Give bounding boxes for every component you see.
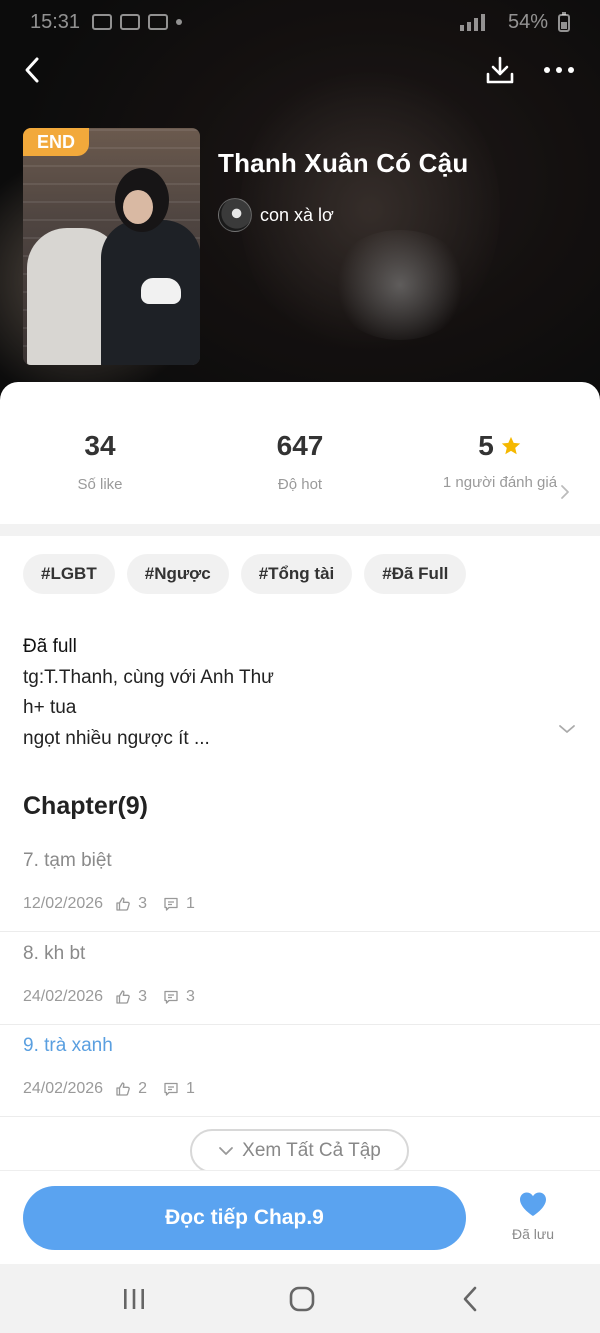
chapter-meta: 12/02/2026 3 1 [23,895,211,913]
saved-label: Đã lưu [511,1226,555,1242]
chevron-down-icon [219,1147,234,1155]
chapter-comment-count: 1 [185,895,195,912]
more-options-button[interactable] [539,50,579,90]
chapter-date: 12/02/2026 [23,895,104,912]
hot-label: Độ hot [277,476,323,493]
description-line: ngọt nhiều ngược ít ... [23,727,210,749]
thumbs-up-icon [116,990,130,1004]
description-line: h+ tua [23,697,77,718]
comment-icon [164,1082,178,1096]
saved-button[interactable]: Đã lưu [500,1191,566,1242]
download-icon [486,56,514,84]
nav-back-button[interactable] [450,1282,490,1316]
story-stats: 34 Số like 647 Độ hot 5 1 người đánh giá [0,382,600,524]
chapter-date: 24/02/2026 [23,988,104,1005]
tag-chip[interactable]: #LGBT [23,554,115,594]
star-icon [501,436,520,455]
tag-chip[interactable]: #Tổng tài [240,554,353,594]
cover-shirt-print [141,278,181,304]
more-horizontal-icon [544,67,574,73]
home-button[interactable] [282,1282,322,1316]
likes-label: Số like [77,476,123,493]
see-all-chapters-button[interactable]: Xem Tất Cả Tập [190,1129,409,1173]
back-button[interactable] [12,50,52,90]
chapter-title: 8. kh bt [23,943,86,964]
gallery-icon [92,14,113,30]
signal-icon [459,14,485,31]
see-all-label: Xem Tất Cả Tập [242,1140,381,1161]
story-detail-panel: 34 Số like 647 Độ hot 5 1 người đánh giá… [0,382,600,1282]
rating-value: 5 [478,430,494,461]
cover-figure-face [123,190,153,224]
thumbs-up-icon [116,1082,130,1096]
story-title: Thanh Xuân Có Cậu [218,148,469,178]
chapter-title: 7. tạm biệt [23,850,112,871]
download-button[interactable] [480,50,520,90]
continue-reading-button[interactable]: Đọc tiếp Chap.9 [23,1186,466,1250]
author-avatar [218,198,252,232]
tag-chip[interactable]: #Đã Full [364,554,467,594]
story-description[interactable]: Đã full tg:T.Thanh, cùng với Anh Thư h+ … [23,632,553,754]
chapter-meta: 24/02/2026 2 1 [23,1080,211,1098]
youtube-icon [148,14,169,30]
system-navigation-bar [0,1264,600,1333]
rating-label: 1 người đánh giá [442,474,558,491]
status-notification-icons [92,14,183,30]
author-link[interactable]: con xà lơ [218,198,334,232]
chapter-title: 9. trà xanh [23,1035,113,1056]
status-badge: END [23,128,90,156]
qr-icon [120,14,141,30]
chapter-row[interactable]: 8. kh bt 24/02/2026 3 3 [0,933,600,1025]
bottom-action-bar: Đọc tiếp Chap.9 Đã lưu [0,1170,600,1264]
chapter-like-count: 3 [138,895,147,912]
heart-icon [520,1192,546,1216]
chapter-likes: 2 [115,1080,147,1098]
more-notifications-icon [176,19,183,25]
chapter-comments: 3 [163,988,195,1006]
back-arrow-icon [463,1286,477,1312]
chevron-left-icon [25,57,39,83]
chapter-date: 24/02/2026 [23,1080,104,1097]
chapter-comments: 1 [163,1080,195,1098]
thumbs-up-icon [116,897,130,911]
hot-count: 647 [276,430,324,461]
chapter-like-count: 2 [138,1080,147,1097]
chapter-section-title: Chapter(9) [23,792,149,820]
comment-icon [164,897,178,911]
status-time: 15:31 [30,10,81,33]
section-divider [0,524,600,536]
description-line: Đã full [23,636,77,657]
chapter-row[interactable]: 7. tạm biệt 12/02/2026 3 1 [0,840,600,932]
chapter-likes: 3 [115,895,147,913]
chapter-meta: 24/02/2026 3 3 [23,988,211,1006]
chapter-comments: 1 [163,895,195,913]
tag-list: #LGBT #Ngược #Tổng tài #Đã Full [23,554,467,594]
stat-rating[interactable]: 5 1 người đánh giá [400,430,600,492]
story-cover-image[interactable] [23,128,200,365]
chevron-right-icon[interactable] [560,484,570,500]
chapter-like-count: 3 [138,988,147,1005]
chapter-comment-count: 3 [185,988,195,1005]
chapter-comment-count: 1 [185,1080,195,1097]
chevron-down-icon[interactable] [558,724,576,734]
tag-chip[interactable]: #Ngược [126,554,229,594]
stat-likes: 34 Số like [0,430,200,493]
status-bar: 15:31 54% [0,0,600,44]
status-system-icons: 54% [458,11,570,34]
recent-apps-button[interactable] [114,1282,154,1316]
author-name: con xà lơ [260,204,334,225]
rating-value-wrap: 5 [478,430,522,462]
chapter-likes: 3 [115,988,147,1006]
home-icon [289,1286,315,1312]
description-line: tg:T.Thanh, cùng với Anh Thư [23,666,274,688]
battery-icon [558,12,570,32]
likes-count: 34 [84,430,116,461]
chapter-row-current[interactable]: 9. trà xanh 24/02/2026 2 1 [0,1025,600,1117]
recent-apps-icon [124,1289,144,1309]
comment-icon [164,990,178,1004]
battery-text: 54% [507,10,548,33]
stat-hot: 647 Độ hot [200,430,400,493]
